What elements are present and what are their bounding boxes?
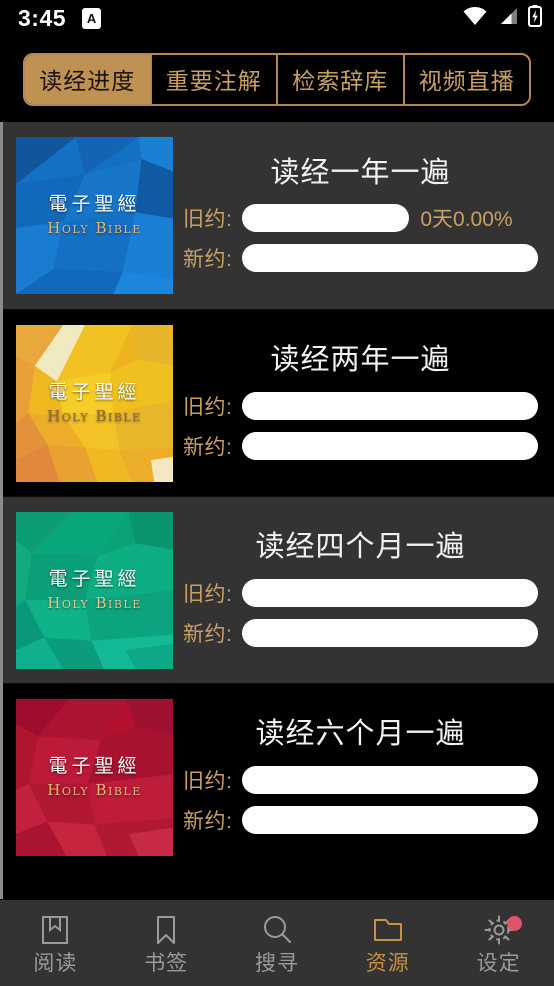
bookmark-icon xyxy=(149,913,183,947)
nav-resources[interactable]: 资源 xyxy=(332,900,443,986)
new-testament-progress-row: 新约: xyxy=(183,805,538,835)
plan-body: 读经六个月一遍 旧约: 新约: xyxy=(173,699,538,856)
folder-icon xyxy=(371,913,405,947)
new-testament-label: 新约: xyxy=(183,435,233,459)
wifi-icon xyxy=(462,6,488,31)
plan-title: 读经一年一遍 xyxy=(270,156,451,189)
status-bar-right xyxy=(462,4,542,32)
plan-thumbnail: 電子聖經 Holy Bible xyxy=(16,324,173,482)
old-testament-progress-row: 旧约: xyxy=(183,578,538,608)
cellular-signal-icon xyxy=(497,6,519,31)
plan-thumbnail: 電子聖經 Holy Bible xyxy=(16,137,173,294)
tab-bar: 读经进度 重要注解 检索辞库 视频直播 xyxy=(23,52,531,106)
plan-body: 读经四个月一遍 旧约: 新约: xyxy=(173,512,538,669)
plan-card[interactable]: 電子聖經 Holy Bible 读经四个月一遍 旧约: 新约: xyxy=(0,496,554,683)
plan-title: 读经两年一遍 xyxy=(270,344,451,377)
status-time: 3:45 xyxy=(18,4,67,31)
old-testament-label: 旧约: xyxy=(183,208,233,232)
tab-label: 读经进度 xyxy=(39,68,136,94)
plan-card[interactable]: 電子聖經 Holy Bible 读经一年一遍 旧约: 0天0.00% 新约: xyxy=(0,122,554,309)
tab-label: 检索辞库 xyxy=(292,68,389,94)
status-bar-left: 3:45 A xyxy=(18,4,102,31)
book-icon xyxy=(38,913,72,947)
nav-search[interactable]: 搜寻 xyxy=(222,900,333,986)
plan-card[interactable]: 電子聖經 Holy Bible 读经六个月一遍 旧约: 新约: xyxy=(0,683,554,870)
nav-settings[interactable]: 设定 xyxy=(443,900,554,986)
new-testament-progress-bar[interactable] xyxy=(242,618,538,647)
plan-body: 读经一年一遍 旧约: 0天0.00% 新约: xyxy=(173,137,538,294)
old-testament-progress-value: 0天0.00% xyxy=(420,208,513,232)
nav-label: 书签 xyxy=(144,951,189,975)
new-testament-label: 新约: xyxy=(183,248,233,272)
tab-important-notes[interactable]: 重要注解 xyxy=(151,54,278,104)
thumbnail-title-en: Holy Bible xyxy=(47,780,142,799)
plan-body: 读经两年一遍 旧约: 新约: xyxy=(173,325,538,482)
old-testament-progress-bar[interactable] xyxy=(242,578,538,607)
old-testament-progress-bar[interactable] xyxy=(242,765,538,794)
thumbnail-title-cn: 電子聖經 xyxy=(48,193,141,215)
thumbnail-title-cn: 電子聖經 xyxy=(48,380,141,403)
nav-bookmarks[interactable]: 书签 xyxy=(111,900,222,986)
nav-label: 搜寻 xyxy=(254,951,299,975)
battery-charging-icon xyxy=(528,4,542,32)
notification-app-icon: A xyxy=(82,7,102,29)
tab-search-lexicon[interactable]: 检索辞库 xyxy=(278,54,405,104)
plan-thumbnail-text: 電子聖經 Holy Bible xyxy=(47,754,142,799)
old-testament-label: 旧约: xyxy=(183,582,233,606)
old-testament-progress-row: 旧约: xyxy=(183,391,538,421)
nav-label: 设定 xyxy=(476,951,521,975)
new-testament-progress-row: 新约: xyxy=(183,618,538,648)
new-testament-progress-bar[interactable] xyxy=(242,244,538,273)
plan-card[interactable]: 電子聖經 Holy Bible 读经两年一遍 旧约: 新约: xyxy=(0,309,554,496)
new-testament-progress-bar[interactable] xyxy=(242,431,538,460)
reading-plan-list[interactable]: 電子聖經 Holy Bible 读经一年一遍 旧约: 0天0.00% 新约: 電… xyxy=(0,122,554,899)
plan-thumbnail-text: 電子聖經 Holy Bible xyxy=(47,567,142,612)
thumbnail-title-en: Holy Bible xyxy=(47,593,142,612)
tab-reading-progress[interactable]: 读经进度 xyxy=(25,54,152,104)
scrollbar-track[interactable] xyxy=(0,122,3,899)
tab-label: 视频直播 xyxy=(418,68,515,94)
old-testament-label: 旧约: xyxy=(183,769,233,793)
plan-thumbnail-text: 電子聖經 Holy Bible xyxy=(47,195,142,236)
thumbnail-title-en: Holy Bible xyxy=(47,219,142,237)
old-testament-progress-row: 旧约: xyxy=(183,765,538,795)
new-testament-progress-row: 新约: xyxy=(183,243,538,273)
plan-thumbnail: 電子聖經 Holy Bible xyxy=(16,698,173,856)
thumbnail-title-cn: 電子聖經 xyxy=(48,567,141,590)
old-testament-progress-bar[interactable] xyxy=(242,391,538,420)
settings-notification-badge xyxy=(506,916,522,931)
nav-label: 资源 xyxy=(365,951,410,975)
new-testament-progress-bar[interactable] xyxy=(242,805,538,834)
bottom-navigation: 阅读 书签 搜寻 资源 设定 xyxy=(0,899,554,986)
plan-title: 读经六个月一遍 xyxy=(255,718,466,751)
plan-thumbnail: 電子聖經 Holy Bible xyxy=(16,511,173,669)
search-icon xyxy=(260,913,294,947)
new-testament-progress-row: 新约: xyxy=(183,431,538,461)
status-bar: 3:45 A xyxy=(0,0,554,36)
nav-label: 阅读 xyxy=(33,951,78,975)
thumbnail-title-en: Holy Bible xyxy=(47,406,142,425)
tab-video-live[interactable]: 视频直播 xyxy=(404,54,529,104)
plan-title: 读经四个月一遍 xyxy=(255,531,466,564)
old-testament-progress-bar[interactable] xyxy=(242,204,410,233)
old-testament-label: 旧约: xyxy=(183,395,233,419)
plan-thumbnail-text: 電子聖經 Holy Bible xyxy=(47,380,142,425)
tab-label: 重要注解 xyxy=(165,68,262,94)
old-testament-progress-row: 旧约: 0天0.00% xyxy=(183,203,538,233)
thumbnail-title-cn: 電子聖經 xyxy=(48,754,141,777)
new-testament-label: 新约: xyxy=(183,809,233,833)
new-testament-label: 新约: xyxy=(183,622,233,646)
app-window: 3:45 A 读经进度 重要注解 检索辞库 视频直播 電子聖經 Holy Bib… xyxy=(0,0,554,986)
nav-read[interactable]: 阅读 xyxy=(0,900,111,986)
tab-bar-container: 读经进度 重要注解 检索辞库 视频直播 xyxy=(0,36,554,122)
